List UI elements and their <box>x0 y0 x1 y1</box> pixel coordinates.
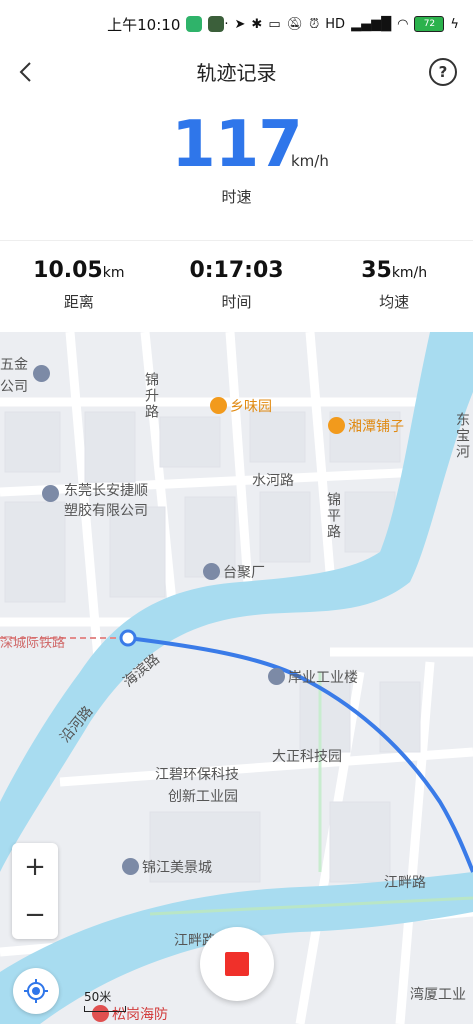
restaurant-icon <box>328 417 345 434</box>
zoom-in-button[interactable]: + <box>12 844 58 890</box>
help-button[interactable]: ? <box>429 58 457 86</box>
plus-icon: + <box>24 852 46 882</box>
minus-icon: − <box>24 900 46 930</box>
locate-button[interactable] <box>13 968 59 1014</box>
map-label-wanxia: 湾厦工业 <box>410 987 466 1003</box>
building-icon <box>122 858 139 875</box>
signal-icon: ▂▄▆█ <box>351 16 392 32</box>
poi-xiangtan-label: 湘潭铺子 <box>348 419 404 435</box>
map-label-gongsi: 公司 <box>0 379 28 395</box>
locate-icon <box>24 979 48 1003</box>
building-icon <box>33 365 50 382</box>
poi-xiangwei[interactable]: 乡味园 <box>210 396 272 416</box>
poi-jinjiang-label: 锦江美景城 <box>142 860 212 876</box>
charging-icon: ϟ <box>450 16 459 32</box>
divider <box>0 240 473 241</box>
zoom-out-button[interactable]: − <box>12 892 58 938</box>
avg-speed-value: 35 <box>361 258 392 283</box>
map-label-wujin: 五金 <box>0 357 28 373</box>
poi-xiangwei-label: 乡味园 <box>230 399 272 415</box>
speed-unit: km/h <box>291 152 329 170</box>
map-label-jiangpan-road-1: 江畔路 <box>384 875 426 891</box>
location-arrow-icon: ➤ <box>234 16 246 32</box>
stat-average-speed: 35km/h 均速 <box>315 258 473 312</box>
track-start-marker <box>119 629 137 647</box>
wifi-icon: ◠ <box>397 16 409 32</box>
poi-jinjiang[interactable]: 锦江美景城 <box>122 857 212 877</box>
building-icon <box>42 485 59 502</box>
speed-value: 117 <box>171 108 303 182</box>
distance-label: 距离 <box>63 293 94 311</box>
map-label-jiangbi-2: 创新工业园 <box>168 789 238 805</box>
poi-anye[interactable]: 岸业工业楼 <box>268 667 358 687</box>
stop-recording-button[interactable] <box>200 927 274 1001</box>
speed-label: 时速 <box>221 188 252 206</box>
map-label-dongguan-2: 塑胶有限公司 <box>64 503 148 519</box>
building-icon <box>268 668 285 685</box>
avg-speed-label: 均速 <box>379 293 410 311</box>
building-icon <box>203 563 220 580</box>
question-icon: ? <box>438 63 448 81</box>
avatar-notification-icon <box>208 16 225 32</box>
battery-icon: 72 <box>414 16 445 32</box>
map-label-shencheng-rail: 深城际铁路 <box>0 636 66 651</box>
back-button[interactable] <box>12 58 40 86</box>
stats-row: 10.05km 距离 0:17:03 时间 35km/h 均速 <box>0 258 473 312</box>
chevron-left-icon <box>19 62 31 82</box>
header: 轨迹记录 ? <box>0 48 473 94</box>
map-label-shuihe-road: 水河路 <box>252 473 294 489</box>
mute-icon: 🔕︎ <box>286 16 304 32</box>
bluetooth-icon: ✱ <box>251 16 263 32</box>
poi-taiju-label: 台聚厂 <box>223 565 265 581</box>
speed-display: 117 <box>0 108 473 182</box>
poi-taiju[interactable]: 台聚厂 <box>203 562 265 582</box>
map-scale: 50米 <box>84 988 126 1012</box>
stat-distance: 10.05km 距离 <box>0 258 158 312</box>
map-label-dongguan-1: 东莞长安捷顺 <box>64 483 148 499</box>
restaurant-icon <box>210 397 227 414</box>
page-title: 轨迹记录 <box>196 60 277 85</box>
poi-xiangtan[interactable]: 湘潭铺子 <box>328 416 404 436</box>
avg-speed-unit: km/h <box>391 265 428 281</box>
stat-time: 0:17:03 时间 <box>158 258 316 312</box>
map-label-dongbao-river: 东宝河 <box>454 412 470 460</box>
app-notification-icon <box>186 16 203 32</box>
map-label-dazheng: 大正科技园 <box>272 749 342 765</box>
scale-label: 50米 <box>84 990 112 1004</box>
map-view[interactable]: 五金 公司 锦升路 乡味园 湘潭铺子 东宝河 水河路 东莞长安捷顺 塑胶有限公司… <box>0 332 473 1024</box>
dot-icon: · <box>224 16 229 32</box>
distance-unit: km <box>102 265 125 281</box>
status-time: 上午10:10 <box>107 15 181 34</box>
zoom-control: + − <box>12 843 58 939</box>
distance-value: 10.05 <box>33 258 103 283</box>
poi-anye-label: 岸业工业楼 <box>288 670 358 686</box>
stop-icon <box>225 952 249 976</box>
scale-bar <box>84 1006 126 1012</box>
alarm-icon: ⏰︎ <box>309 16 320 32</box>
hd-icon: HD <box>325 16 346 32</box>
status-bar: 上午10:10 · ➤ ✱ ▭ 🔕︎ ⏰︎ HD ▂▄▆█ ◠ 72 ϟ <box>0 0 473 48</box>
vibrate-icon: ▭ <box>268 16 281 32</box>
map-label-jiangbi-1: 江碧环保科技 <box>155 767 239 783</box>
map-label-jinsheng-road: 锦升路 <box>143 372 159 420</box>
time-label: 时间 <box>221 293 252 311</box>
time-value: 0:17:03 <box>189 258 284 283</box>
map-label-jinping-road: 锦平路 <box>325 492 341 540</box>
